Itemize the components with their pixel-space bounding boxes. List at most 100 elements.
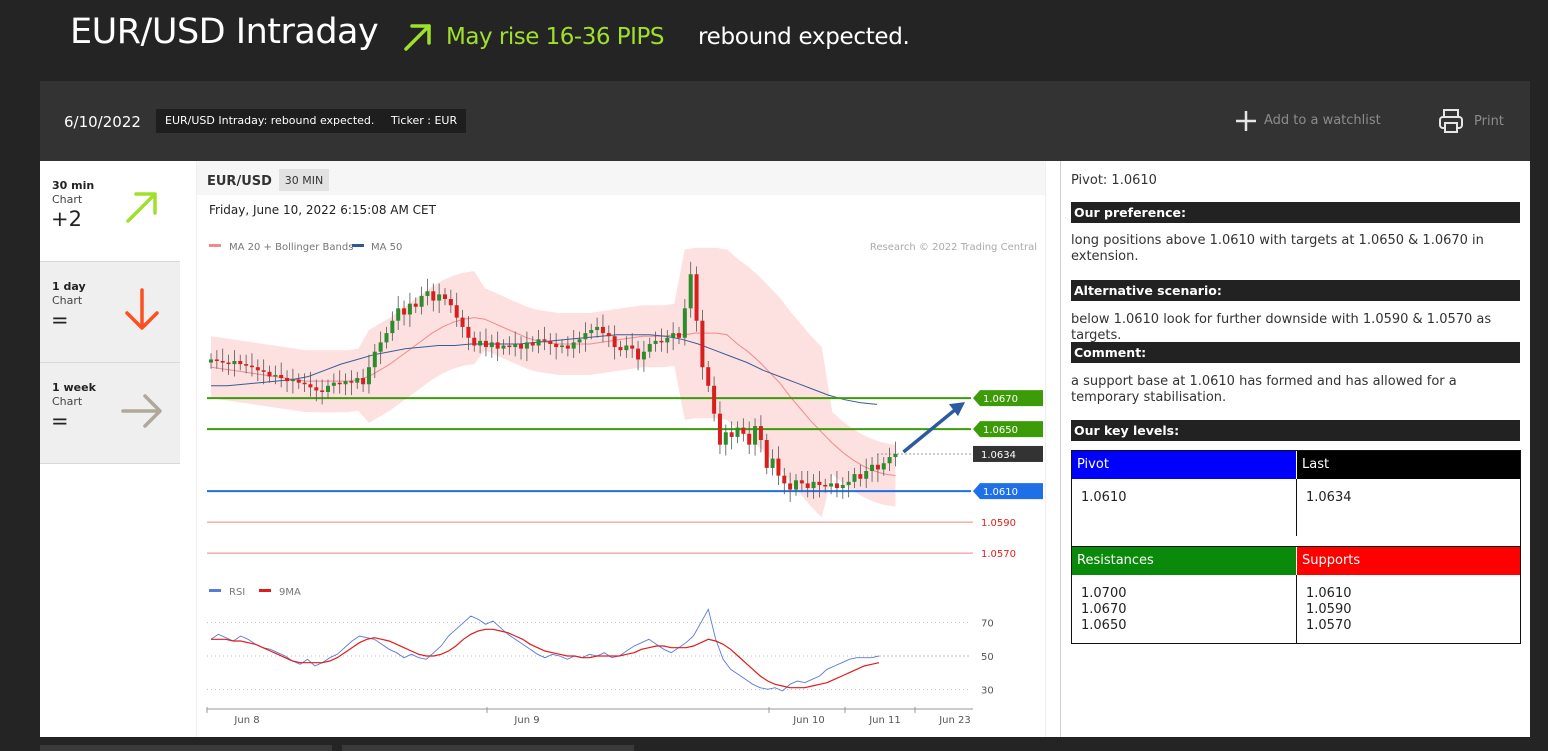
candle-body: [758, 426, 763, 441]
rsi-tick: 70: [981, 619, 994, 630]
candle-body: [659, 340, 664, 343]
level-label: 1.0590: [981, 518, 1016, 529]
legend-ma50: MA 50: [371, 242, 402, 253]
candle-body: [577, 339, 582, 343]
candle-body: [472, 337, 477, 346]
legend-9ma: 9MA: [279, 587, 301, 598]
headline-chip: EUR/USD Intraday: rebound expected.: [156, 109, 384, 133]
candle-body: [530, 342, 535, 346]
candle-body: [337, 382, 342, 385]
add-watchlist-button[interactable]: Add to a watchlist: [1234, 109, 1414, 135]
timeframe-sub: Chart: [52, 395, 83, 408]
candle-body: [776, 458, 781, 476]
legend-ma20-swatch: [209, 244, 221, 247]
toolbar: 6/10/2022 EUR/USD Intraday: rebound expe…: [40, 81, 1530, 161]
legend-ma50-swatch: [352, 244, 364, 247]
candle-body: [624, 345, 629, 351]
candle-body: [677, 333, 681, 338]
candle-body: [560, 345, 564, 348]
candle-body: [840, 484, 845, 489]
candle-body: [326, 385, 330, 392]
candle-body: [495, 342, 500, 349]
candle-body: [513, 343, 518, 348]
candle-body: [501, 345, 506, 349]
candle-body: [244, 364, 249, 366]
level-label: 1.0670: [983, 394, 1018, 405]
candle-body: [407, 303, 412, 315]
timeframe-name: 1 day: [52, 280, 86, 293]
rsi-panel: 70 50 30: [207, 608, 994, 696]
candle-body: [273, 374, 278, 377]
resistance-value: 1.0700: [1081, 586, 1127, 601]
candle-body: [846, 481, 851, 485]
legend-ma20: MA 20 + Bollinger Bands: [229, 242, 353, 253]
candle-body: [799, 480, 804, 484]
candle-body: [583, 333, 588, 340]
candle-body: [554, 343, 559, 348]
bottom-tab[interactable]: [40, 745, 332, 751]
candle-body: [794, 480, 798, 490]
candle-body: [811, 481, 816, 489]
printer-icon: [1439, 109, 1463, 133]
print-button[interactable]: Print: [1437, 107, 1517, 137]
key-levels-table: Pivot Last 1.0610 1.0634 Resistances Sup…: [1071, 450, 1521, 644]
content-area: 30 min Chart +2 1 day Chart = 1 week Cha…: [40, 161, 1530, 737]
candle-body: [331, 382, 336, 386]
candle-body: [519, 343, 524, 349]
last-value: 1.0634: [1296, 479, 1520, 536]
level-label: 1.0570: [981, 549, 1016, 560]
candle-body: [366, 367, 371, 385]
candle-body: [308, 384, 313, 388]
headline-subtitle: rebound expected.: [698, 24, 910, 50]
candle-body: [881, 463, 886, 470]
candle-body: [700, 320, 705, 368]
arrow-down-icon: [125, 288, 159, 330]
candle-body: [630, 345, 635, 349]
candle-body: [460, 317, 465, 327]
print-label: Print: [1474, 114, 1504, 129]
legend-rsi: RSI: [229, 587, 245, 598]
candle-body: [764, 440, 769, 468]
candle-body: [261, 370, 266, 372]
candle-body: [641, 351, 646, 360]
candle-body: [226, 362, 231, 365]
candle-body: [694, 274, 699, 321]
candle-body: [606, 333, 611, 337]
price-chart[interactable]: EUR/USD 30 MIN Friday, June 10, 2022 6:1…: [197, 161, 1045, 737]
candle-body: [589, 330, 594, 334]
candle-body: [542, 339, 547, 341]
candle-body: [478, 340, 483, 346]
candle-body: [413, 303, 418, 307]
level-label: 1.0634: [981, 450, 1016, 461]
supports-header: Supports: [1296, 547, 1520, 575]
candle-body: [402, 308, 407, 315]
timeframe-1day[interactable]: 1 day Chart =: [40, 262, 180, 363]
plus-icon: [1236, 111, 1256, 131]
candle-body: [232, 361, 237, 365]
chart-copyright: Research © 2022 Trading Central: [870, 242, 1037, 253]
pivot-value: 1.0610: [1081, 490, 1127, 505]
candle-body: [834, 483, 839, 489]
candle-body: [507, 345, 512, 348]
comment-text: a support base at 1.0610 has formed and …: [1071, 374, 1457, 405]
candle-body: [852, 474, 857, 482]
legend-rsi-swatch: [209, 589, 221, 592]
timeframe-name: 30 min: [52, 179, 95, 192]
timeframe-30min[interactable]: 30 min Chart +2: [40, 161, 180, 262]
candle-body: [296, 379, 301, 383]
candle-body: [717, 413, 722, 445]
publish-date: 6/10/2022: [64, 113, 141, 131]
rsi-tick: 50: [981, 652, 994, 663]
timeframe-1week[interactable]: 1 week Chart =: [40, 363, 180, 464]
candle-body: [548, 340, 553, 344]
arrow-right-icon: [121, 394, 162, 428]
chart-panel: EUR/USD 30 MIN Friday, June 10, 2022 6:1…: [196, 161, 1046, 737]
key-levels-heading: Our key levels:: [1071, 420, 1520, 441]
candle-body: [600, 326, 605, 334]
comment-heading: Comment:: [1071, 342, 1520, 363]
bottom-tab[interactable]: [342, 745, 634, 751]
candle-body: [729, 432, 734, 437]
candle-body: [209, 359, 213, 363]
key-level-lines: 1.0670 1.0650 1.0634 1.0610 1.0590 1.0570: [207, 390, 1043, 560]
candle-body: [483, 340, 488, 348]
